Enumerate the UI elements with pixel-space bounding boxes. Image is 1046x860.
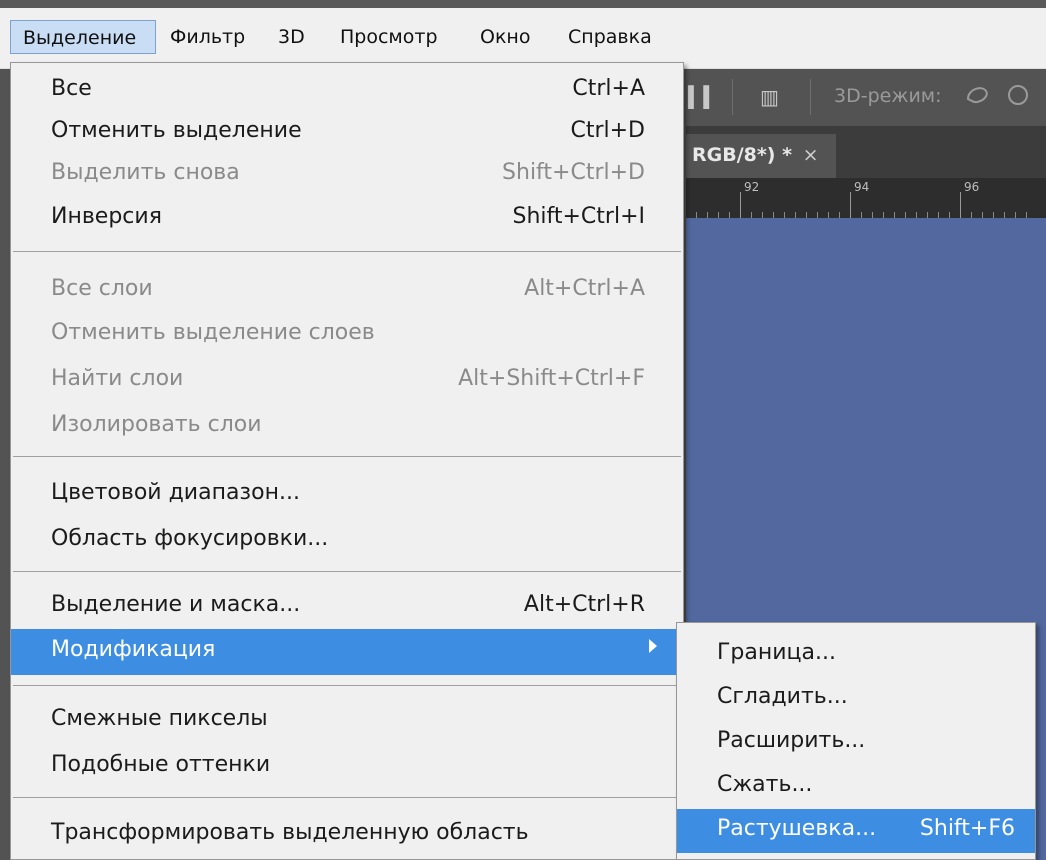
modify-submenu: Граница... Сгладить... Расширить... Сжат… <box>676 622 1036 860</box>
ruler-tick <box>740 192 741 218</box>
ruler-label: 94 <box>854 180 870 194</box>
menu-item-shortcut: Alt+Shift+Ctrl+F <box>458 366 645 391</box>
3d-orbit-icon[interactable] <box>964 81 992 114</box>
menu-item-grow[interactable]: Смежные пикселы <box>11 701 683 741</box>
submenu-item-label: Сгладить... <box>717 684 848 709</box>
menu-item-label: Отменить выделение слоев <box>51 320 375 345</box>
options-separator <box>810 79 811 115</box>
menu-item-label: Инверсия <box>51 204 162 229</box>
menu-separator <box>13 685 681 686</box>
options-separator <box>732 79 733 115</box>
distribute-icon[interactable]: ▥ <box>760 85 779 109</box>
menu-separator <box>13 571 681 572</box>
align-icon[interactable]: ▍▍ <box>688 85 719 109</box>
3d-roll-icon[interactable] <box>1004 81 1032 114</box>
menu-item-modify[interactable]: Модификация <box>11 629 683 675</box>
menu-item-label: Смежные пикселы <box>51 706 268 731</box>
menu-help[interactable]: Справка <box>568 20 652 54</box>
document-tab[interactable]: RGB/8*) * × <box>686 134 836 178</box>
menu-view[interactable]: Просмотр <box>340 20 438 54</box>
menu-item-reselect[interactable]: Выделить снова Shift+Ctrl+D <box>11 155 683 195</box>
document-tab-bar: RGB/8*) * × <box>686 126 1046 178</box>
menu-item-all[interactable]: Все Ctrl+A <box>11 71 683 111</box>
3d-mode-label: 3D-режим: <box>834 85 942 107</box>
submenu-item-feather[interactable]: Растушевка... Shift+F6 <box>677 809 1035 853</box>
menu-item-label: Выделить снова <box>51 160 240 185</box>
menu-item-shortcut: Alt+Ctrl+R <box>523 592 645 617</box>
menu-item-label: Подобные оттенки <box>51 752 271 777</box>
submenu-item-border[interactable]: Граница... <box>677 633 1035 677</box>
menu-item-shortcut: Shift+Ctrl+I <box>512 204 645 229</box>
ruler-label: 92 <box>744 180 760 194</box>
options-bar: ▍▍ ▥ 3D-режим: <box>686 69 1046 125</box>
document-tab-title: RGB/8*) * <box>692 144 793 166</box>
menu-select[interactable]: Выделение <box>10 20 156 54</box>
menu-item-label: Изолировать слои <box>51 412 262 437</box>
window-top-border <box>0 0 1046 8</box>
menu-item-shortcut: Shift+Ctrl+D <box>502 160 645 185</box>
submenu-item-label: Растушевка... <box>717 816 877 841</box>
menu-item-find-layers[interactable]: Найти слои Alt+Shift+Ctrl+F <box>11 361 683 401</box>
menu-item-shortcut: Alt+Ctrl+A <box>524 276 645 301</box>
menu-item-isolate-layers[interactable]: Изолировать слои <box>11 407 683 447</box>
menu-item-label: Выделение и маска... <box>51 592 301 617</box>
menu-item-shortcut: Ctrl+D <box>570 118 645 143</box>
menu-item-focus-area[interactable]: Область фокусировки... <box>11 521 683 561</box>
submenu-item-expand[interactable]: Расширить... <box>677 721 1035 765</box>
menu-item-label: Все <box>51 76 92 101</box>
menu-3d[interactable]: 3D <box>278 20 305 54</box>
submenu-item-shortcut: Shift+F6 <box>919 816 1015 841</box>
menubar: Выделение Фильтр 3D Просмотр Окно Справк… <box>0 8 1046 69</box>
menu-item-color-range[interactable]: Цветовой диапазон... <box>11 475 683 515</box>
menu-item-label: Отменить выделение <box>51 118 302 143</box>
menu-window[interactable]: Окно <box>480 20 530 54</box>
ruler-tick <box>960 192 961 218</box>
menu-separator <box>13 797 681 798</box>
menu-item-deselect[interactable]: Отменить выделение Ctrl+D <box>11 113 683 153</box>
submenu-item-label: Граница... <box>717 640 836 665</box>
menu-item-transform-selection[interactable]: Трансформировать выделенную область <box>11 815 683 855</box>
submenu-item-label: Расширить... <box>717 728 866 753</box>
menu-separator <box>13 456 681 457</box>
select-menu: Все Ctrl+A Отменить выделение Ctrl+D Выд… <box>10 62 684 860</box>
menu-item-deselect-layers[interactable]: Отменить выделение слоев <box>11 315 683 355</box>
menu-item-label: Модификация <box>51 637 216 662</box>
ruler-tick <box>850 192 851 218</box>
close-icon[interactable]: × <box>803 144 819 166</box>
menu-item-inverse[interactable]: Инверсия Shift+Ctrl+I <box>11 199 683 239</box>
menu-item-select-and-mask[interactable]: Выделение и маска... Alt+Ctrl+R <box>11 587 683 627</box>
menu-item-label: Все слои <box>51 276 153 301</box>
menu-item-shortcut: Ctrl+A <box>572 76 645 101</box>
ruler-label: 96 <box>964 180 980 194</box>
menu-item-label: Трансформировать выделенную область <box>51 820 529 845</box>
submenu-item-smooth[interactable]: Сгладить... <box>677 677 1035 721</box>
submenu-item-contract[interactable]: Сжать... <box>677 765 1035 809</box>
menu-item-label: Область фокусировки... <box>51 526 329 551</box>
menu-item-label: Найти слои <box>51 366 184 391</box>
menu-item-all-layers[interactable]: Все слои Alt+Ctrl+A <box>11 271 683 311</box>
horizontal-ruler: 92 94 96 <box>686 178 1046 218</box>
submenu-arrow-icon <box>649 639 657 653</box>
menu-separator <box>13 251 681 252</box>
submenu-item-label: Сжать... <box>717 772 813 797</box>
menu-item-label: Цветовой диапазон... <box>51 480 300 505</box>
menu-item-similar[interactable]: Подобные оттенки <box>11 747 683 787</box>
menu-filter[interactable]: Фильтр <box>170 20 245 54</box>
